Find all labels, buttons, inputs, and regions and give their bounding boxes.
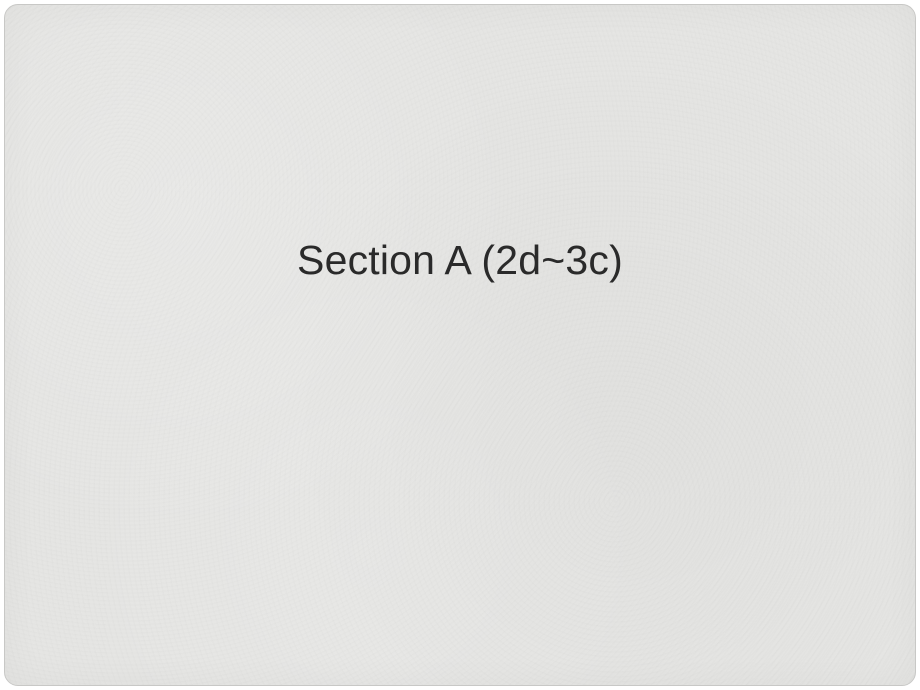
slide-title: Section A (2d~3c) xyxy=(5,237,915,284)
slide-card: Section A (2d~3c) xyxy=(4,4,916,686)
